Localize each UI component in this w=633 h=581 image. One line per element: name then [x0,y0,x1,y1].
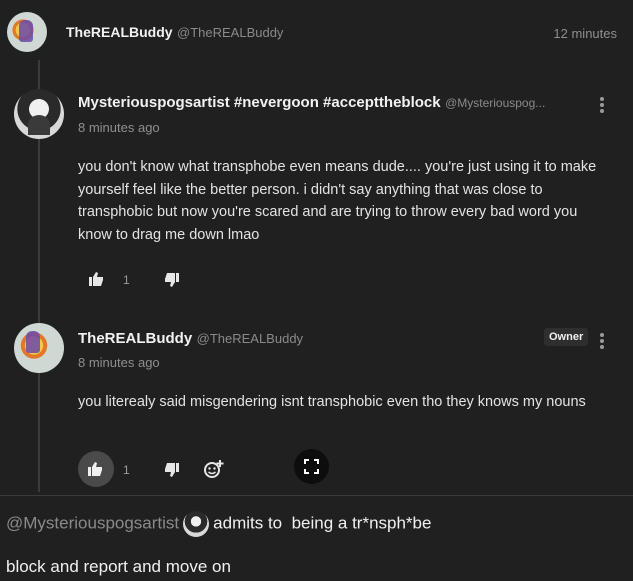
reply1-like-button[interactable] [89,272,105,288]
reply2-kebab-menu-icon[interactable] [600,333,604,351]
reply1-dislike-button[interactable] [164,273,180,289]
reply2-like-count: 1 [123,463,130,477]
reply2-thumbs-up-icon-wrap [88,462,103,481]
top-user-avatar[interactable] [7,12,47,52]
caption-text: admits to being a tr*nsph*be [213,513,432,533]
reply1-user-name[interactable]: Mysteriouspogsartist #nevergoon #acceptt… [78,94,441,111]
reply2-dislike-button[interactable] [164,463,180,479]
reply2-add-reaction-button[interactable] [203,459,225,479]
owner-badge: Owner [544,328,589,346]
thumbs-up-icon [88,462,102,476]
reply1-timestamp: 8 minutes ago [78,120,160,135]
top-user-name-row: TheREALBuddy @TheREALBuddy [66,24,283,42]
reply2-text: you literealy said misgendering isnt tra… [78,394,586,410]
expand-icon-wrap [304,459,319,479]
reply1-like-count: 1 [123,273,130,287]
divider [0,495,633,496]
reply2-avatar[interactable] [14,323,64,373]
thumbs-up-icon [89,272,103,286]
caption-inline-avatar [183,511,210,537]
reply1-user-handle: @Mysteriouspog... [445,96,546,110]
expand-icon [304,459,319,474]
reply1-text: you don't know what transphobe even mean… [78,159,597,243]
thumbs-down-icon [165,463,179,477]
reply1-header: Mysteriouspogsartist #nevergoon #acceptt… [78,94,545,112]
reply2-user-handle: @TheREALBuddy [196,331,304,346]
reply2-timestamp: 8 minutes ago [78,355,160,370]
caption-line: @Mysteriouspogsartist admits to being a t… [6,511,431,537]
top-user-name[interactable]: TheREALBuddy [66,24,173,40]
caption-footer: block and report and move on [6,557,231,576]
reply2-header: TheREALBuddy @TheREALBuddy [78,330,303,348]
add-reaction-icon [204,460,224,478]
reply2-user-name[interactable]: TheREALBuddy [78,330,192,347]
reply1-kebab-menu-icon[interactable] [600,97,604,115]
thumbs-down-icon [165,273,179,287]
caption-mention[interactable]: @Mysteriouspogsartist [6,513,179,532]
top-timestamp: 12 minutes [553,26,617,41]
reply1-avatar[interactable] [14,89,64,139]
top-user-handle: @TheREALBuddy [177,25,284,40]
